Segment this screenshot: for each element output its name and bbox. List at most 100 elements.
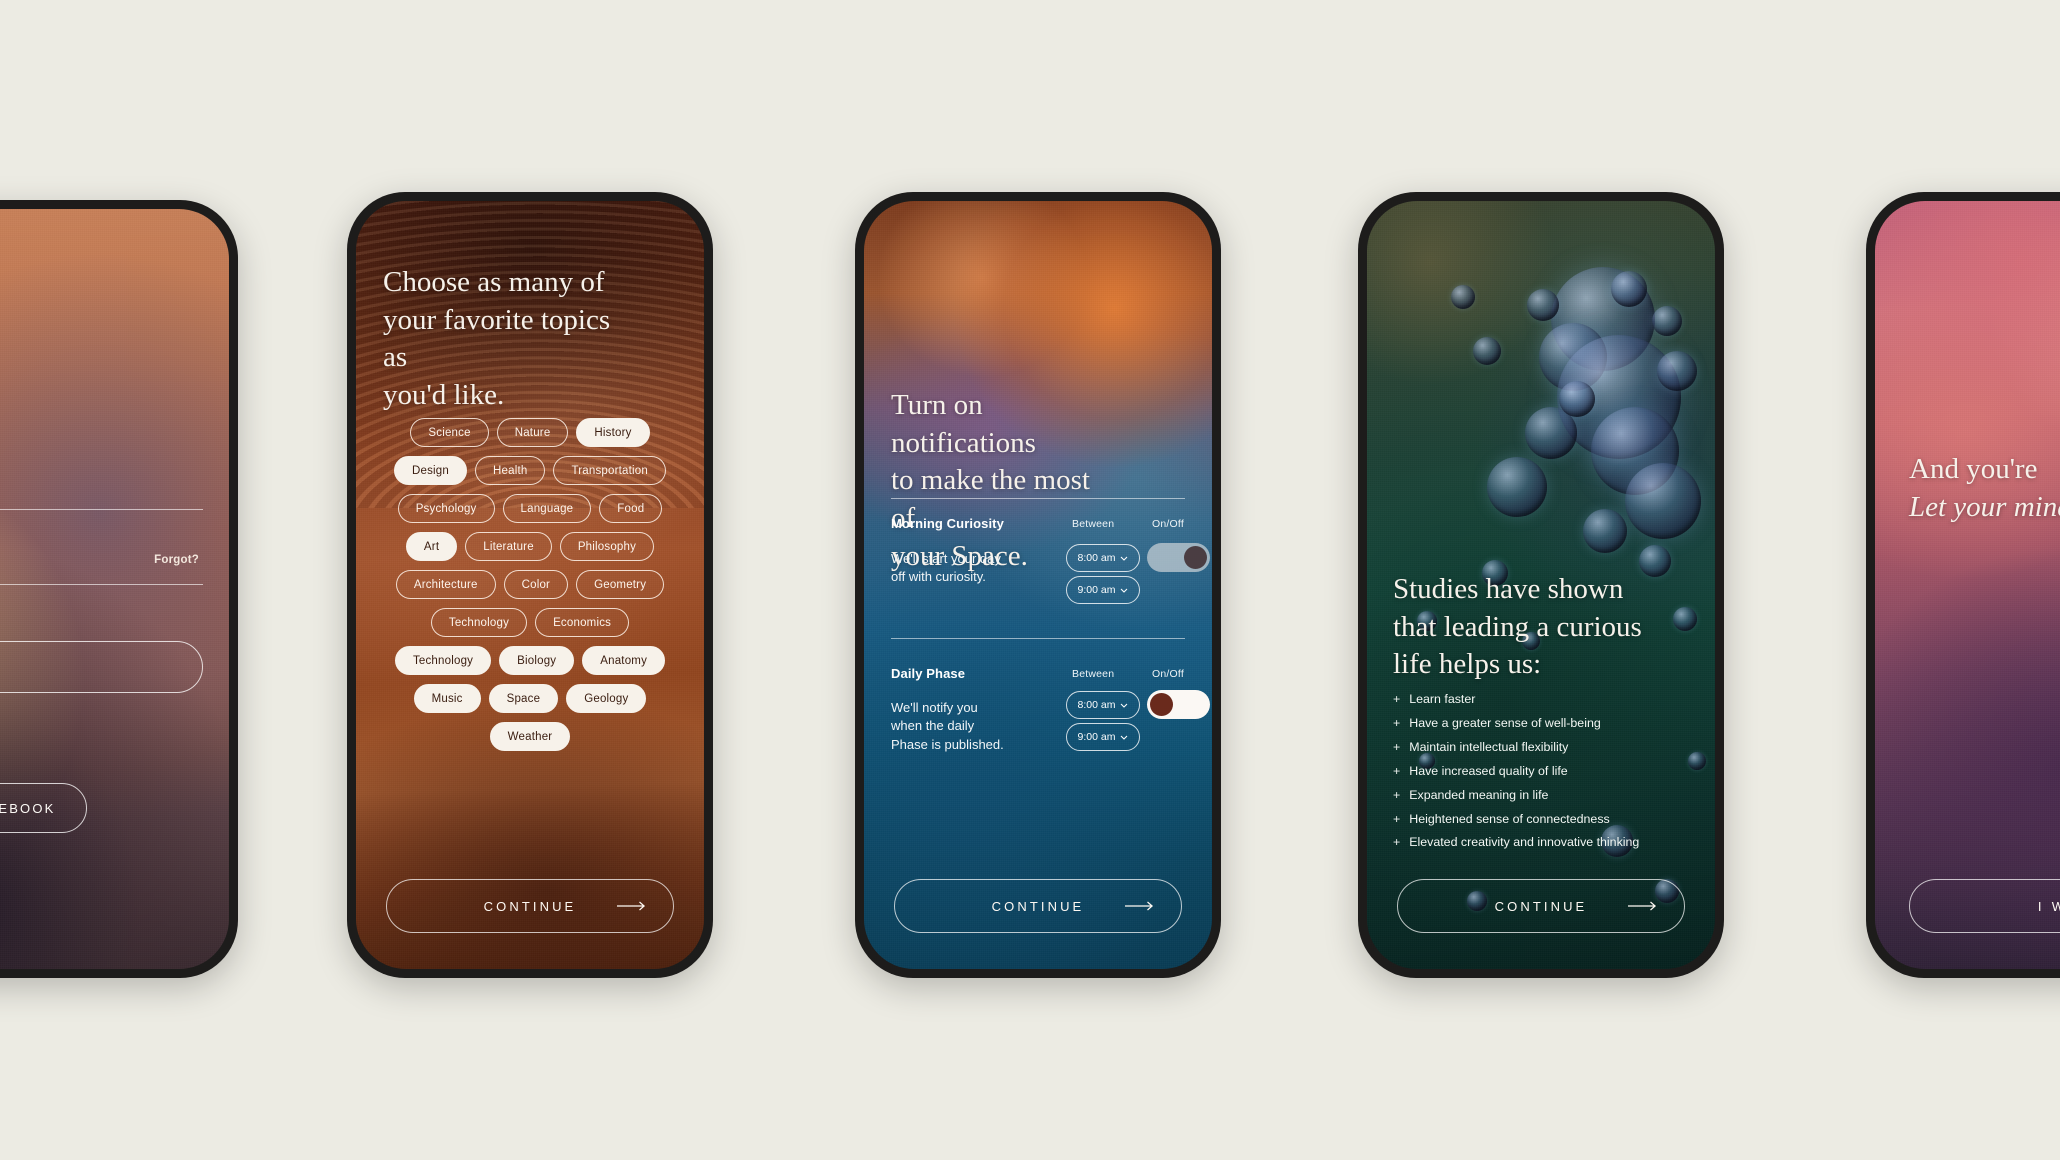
topic-chip[interactable]: Nature bbox=[496, 418, 569, 447]
list-item: + Learn faster bbox=[1393, 692, 1695, 706]
closing-headline-line2: Let your mind bbox=[1909, 490, 2060, 523]
notifications-continue-label: CONTINUE bbox=[991, 898, 1085, 914]
chevron-down-icon bbox=[1120, 552, 1128, 564]
topic-chip[interactable]: Psychology bbox=[397, 494, 495, 523]
chevron-down-icon bbox=[1120, 731, 1128, 743]
list-item: + Heightened sense of connectedness bbox=[1393, 811, 1695, 826]
topic-chip[interactable]: Weather bbox=[489, 722, 571, 751]
morning-time-end-select[interactable]: 9:00 am bbox=[1066, 576, 1140, 604]
login-headline-line1: lcome to bbox=[0, 359, 161, 397]
plus-icon: + bbox=[1393, 763, 1401, 778]
topic-chip[interactable]: Economics bbox=[535, 608, 630, 637]
phone-mockup-login: lcome to umane Space Forgot? LOG IN with… bbox=[0, 200, 238, 978]
screen-topics: Choose as many of your favorite topics a… bbox=[356, 201, 704, 969]
want-my-space-label: I WANT MY S bbox=[2037, 898, 2060, 914]
phone-mockup-closing: And you're Let your mind I WANT MY S bbox=[1866, 192, 2060, 978]
studies-continue-label: CONTINUE bbox=[1494, 898, 1588, 914]
list-item-label: Learn faster bbox=[1409, 692, 1476, 706]
daily-phase-toggle[interactable] bbox=[1147, 690, 1210, 719]
screen-login: lcome to umane Space Forgot? LOG IN with… bbox=[0, 209, 229, 969]
notifications-continue-button[interactable]: CONTINUE bbox=[894, 879, 1182, 933]
chevron-down-icon bbox=[1120, 584, 1128, 596]
topic-chip[interactable]: Technology bbox=[430, 608, 528, 637]
topic-chip[interactable]: Space bbox=[488, 684, 559, 713]
list-item: + Have increased quality of life bbox=[1393, 763, 1695, 778]
forgot-password-link[interactable]: Forgot? bbox=[154, 554, 199, 566]
topics-continue-label: CONTINUE bbox=[483, 898, 577, 914]
topic-chip[interactable]: Technology bbox=[394, 646, 492, 675]
list-item-label: Maintain intellectual flexibility bbox=[1409, 739, 1569, 754]
password-field-underline[interactable] bbox=[0, 584, 203, 585]
benefits-list: + Learn faster + Have a greater sense of we… bbox=[1393, 693, 1695, 860]
studies-headline: Studies have shown that leading a curiou… bbox=[1393, 571, 1643, 684]
facebook-login-button[interactable]: FACEBOOK bbox=[0, 783, 87, 833]
topic-chip[interactable]: Art bbox=[405, 532, 458, 561]
screen-closing: And you're Let your mind I WANT MY S bbox=[1875, 201, 2060, 969]
topic-chip[interactable]: Biology bbox=[499, 646, 575, 675]
plus-icon: + bbox=[1393, 787, 1401, 802]
want-my-space-button[interactable]: I WANT MY S bbox=[1909, 879, 2060, 933]
morning-curiosity-toggle[interactable] bbox=[1147, 543, 1210, 572]
daily-body-line2: when the daily bbox=[891, 718, 975, 734]
arrow-right-icon bbox=[1125, 901, 1155, 911]
toggle-knob bbox=[1184, 546, 1207, 569]
login-headline-line2: umane Space bbox=[0, 397, 161, 435]
column-label-between-2: Between bbox=[1072, 668, 1115, 680]
topic-chip[interactable]: Language bbox=[502, 494, 592, 523]
chevron-down-icon bbox=[1120, 699, 1128, 711]
screen-notifications: Turn on notifications to make the most o… bbox=[864, 201, 1212, 969]
topic-chip[interactable]: Geometry bbox=[576, 570, 665, 599]
morning-body-line1: We'll start your day bbox=[891, 551, 1001, 566]
topic-chip[interactable]: Health bbox=[475, 456, 546, 485]
topics-continue-button[interactable]: CONTINUE bbox=[386, 879, 674, 933]
column-label-onoff-2: On/Off bbox=[1152, 668, 1184, 680]
closing-headline: And you're Let your mind bbox=[1909, 451, 2060, 526]
studies-headline-line2: that leading a curious bbox=[1393, 610, 1642, 643]
section-title-morning-curiosity: Morning Curiosity bbox=[891, 516, 1004, 531]
topic-chip[interactable]: Geology bbox=[566, 684, 647, 713]
list-item: + Maintain intellectual flexibility bbox=[1393, 739, 1695, 754]
plus-icon: + bbox=[1393, 835, 1401, 850]
list-item: + Expanded meaning in life bbox=[1393, 787, 1695, 802]
plus-icon: + bbox=[1393, 811, 1401, 826]
section-divider-bottom bbox=[891, 638, 1185, 639]
topic-chip[interactable]: Anatomy bbox=[582, 646, 666, 675]
notifications-headline-line1: Turn on notifications bbox=[891, 389, 1036, 459]
topic-chip[interactable]: Design bbox=[394, 456, 467, 485]
phone-mockup-notifications: Turn on notifications to make the most o… bbox=[855, 192, 1221, 978]
topic-chip[interactable]: Science bbox=[410, 418, 489, 447]
phone-mockup-studies: Studies have shown that leading a curiou… bbox=[1358, 192, 1724, 978]
closing-headline-line1: And you're bbox=[1909, 453, 2038, 485]
topic-chip[interactable]: Literature bbox=[465, 532, 552, 561]
daily-time-start-select[interactable]: 8:00 am bbox=[1066, 691, 1140, 719]
studies-continue-button[interactable]: CONTINUE bbox=[1397, 879, 1685, 933]
arrow-right-icon bbox=[1628, 901, 1658, 911]
screen-studies: Studies have shown that leading a curiou… bbox=[1367, 201, 1715, 969]
morning-body-line2: off with curiosity. bbox=[891, 569, 986, 585]
list-item-label: Have a greater sense of well-being bbox=[1409, 715, 1601, 730]
log-in-button[interactable]: LOG IN bbox=[0, 641, 203, 693]
daily-time-end-select[interactable]: 9:00 am bbox=[1066, 723, 1140, 751]
list-item: + Elevated creativity and innovative thin… bbox=[1393, 835, 1695, 850]
showcase-canvas: lcome to umane Space Forgot? LOG IN with… bbox=[0, 0, 2060, 1160]
email-field-underline[interactable] bbox=[0, 509, 203, 510]
list-item: + Have a greater sense of well-being bbox=[1393, 715, 1695, 730]
topic-chip[interactable]: Philosophy bbox=[559, 532, 655, 561]
plus-icon: + bbox=[1393, 739, 1401, 754]
toggle-knob bbox=[1150, 693, 1173, 716]
daily-body-line3: Phase is published. bbox=[891, 736, 1004, 752]
login-headline: lcome to umane Space bbox=[0, 359, 161, 434]
daily-time-start-value: 8:00 am bbox=[1077, 699, 1116, 711]
column-label-between-1: Between bbox=[1072, 518, 1115, 530]
topic-chip[interactable]: Food bbox=[599, 494, 663, 523]
list-item-label: Have increased quality of life bbox=[1409, 763, 1568, 778]
list-item-label: Expanded meaning in life bbox=[1409, 787, 1549, 802]
morning-time-start-select[interactable]: 8:00 am bbox=[1066, 544, 1140, 572]
topic-chip[interactable]: History bbox=[576, 418, 650, 447]
topic-chip[interactable]: Music bbox=[413, 684, 481, 713]
topic-chip[interactable]: Architecture bbox=[395, 570, 496, 599]
studies-headline-line1: Studies have shown bbox=[1393, 573, 1624, 605]
topic-chip[interactable]: Color bbox=[503, 570, 569, 599]
facebook-login-label: FACEBOOK bbox=[0, 800, 56, 816]
topic-chip[interactable]: Transportation bbox=[553, 456, 666, 485]
